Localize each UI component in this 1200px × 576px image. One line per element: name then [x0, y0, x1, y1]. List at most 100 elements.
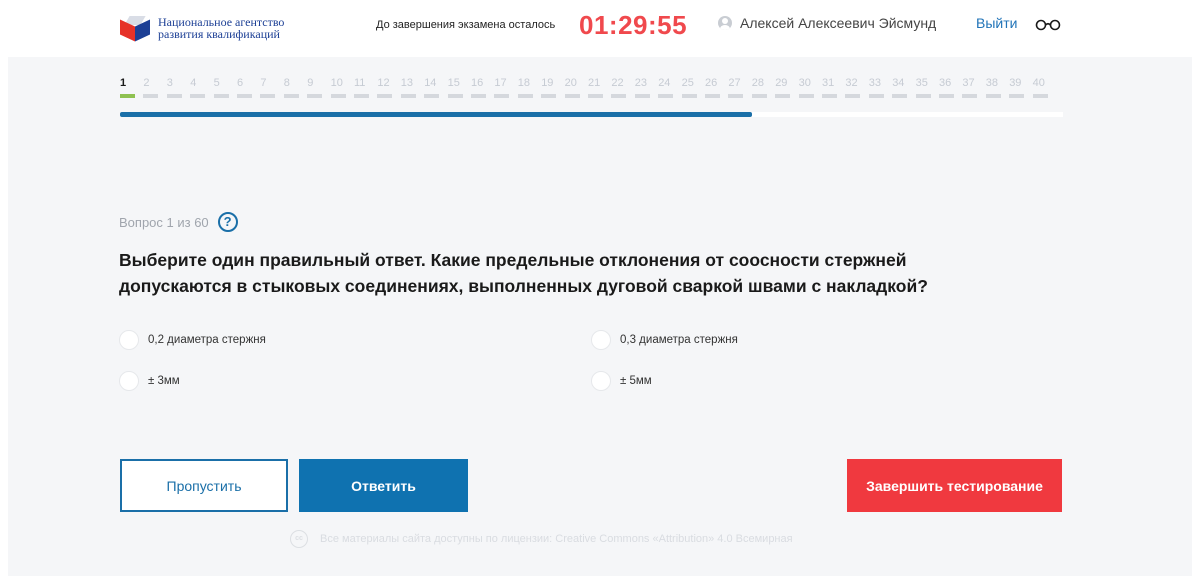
answer-option-label: ± 3мм — [148, 375, 180, 387]
question-number-20[interactable]: 20 — [565, 77, 585, 89]
exam-timer: 01:29:55 — [579, 10, 688, 40]
question-number-6[interactable]: 6 — [237, 77, 257, 89]
question-number-40[interactable]: 40 — [1033, 77, 1053, 89]
question-number-38[interactable]: 38 — [986, 77, 1006, 89]
question-status-indicator — [728, 94, 744, 98]
question-number-1[interactable]: 1 — [120, 77, 140, 89]
question-status-indicator — [822, 94, 837, 98]
question-status-indicator — [377, 94, 393, 98]
question-status-indicator — [213, 94, 229, 98]
question-status-indicator — [471, 94, 486, 98]
question-number-26[interactable]: 26 — [705, 77, 725, 89]
question-number-25[interactable]: 25 — [682, 77, 702, 89]
question-number-11[interactable]: 11 — [354, 77, 374, 89]
question-number-33[interactable]: 33 — [869, 77, 889, 89]
question-number-10[interactable]: 10 — [331, 77, 351, 89]
question-number-8[interactable]: 8 — [284, 77, 304, 89]
question-number-12[interactable]: 12 — [377, 77, 397, 89]
question-status-indicator — [307, 94, 323, 98]
question-status-indicator — [260, 94, 276, 98]
answer-option-3[interactable]: ± 3мм — [119, 371, 180, 391]
question-number-2[interactable]: 2 — [143, 77, 163, 89]
question-mark-icon[interactable]: ? — [217, 212, 238, 232]
question-meta: Вопрос 1 из 60 ? — [119, 212, 238, 232]
radio-button[interactable] — [591, 330, 611, 350]
question-navigator: 1 2 3 4 5 6 7 8 9 10 11 12 13 14 15 16 17 18 19 20 21 22 23 24 2… — [120, 77, 1070, 101]
radio-button[interactable] — [119, 330, 139, 350]
question-status-indicator — [354, 94, 369, 98]
question-status-indicator — [1032, 94, 1048, 98]
logo-text: Национальное агентство развития квалифик… — [158, 16, 284, 40]
question-number-32[interactable]: 32 — [845, 77, 865, 89]
question-number-24[interactable]: 24 — [658, 77, 678, 89]
question-status-indicator — [330, 94, 346, 98]
answer-option-1[interactable]: 0,2 диаметра стержня — [119, 330, 266, 350]
question-number-31[interactable]: 31 — [822, 77, 842, 89]
question-number-16[interactable]: 16 — [471, 77, 491, 89]
question-number-39[interactable]: 39 — [1009, 77, 1029, 89]
question-status-indicator — [892, 94, 908, 98]
question-status-indicator — [517, 94, 533, 98]
question-status-indicator — [939, 94, 954, 98]
logout-link[interactable]: Выйти — [976, 15, 1017, 31]
logo-cube-icon — [118, 13, 152, 43]
question-status-indicator — [143, 94, 159, 98]
question-number-36[interactable]: 36 — [939, 77, 959, 89]
glasses-icon[interactable] — [1035, 17, 1061, 31]
answer-option-label: 0,3 диаметра стержня — [620, 334, 738, 346]
radio-button[interactable] — [591, 371, 611, 391]
question-status-indicator — [634, 94, 650, 98]
question-status-indicator — [1009, 94, 1025, 98]
question-number-27[interactable]: 27 — [728, 77, 748, 89]
question-number-37[interactable]: 37 — [962, 77, 982, 89]
question-number-23[interactable]: 23 — [635, 77, 655, 89]
question-number-18[interactable]: 18 — [518, 77, 538, 89]
question-status-indicator — [237, 94, 252, 98]
question-status-indicator — [494, 94, 510, 98]
timer-label: До завершения экзамена осталось — [376, 19, 556, 31]
question-number-13[interactable]: 13 — [401, 77, 421, 89]
question-number-3[interactable]: 3 — [167, 77, 187, 89]
question-number-14[interactable]: 14 — [424, 77, 444, 89]
answer-option-4[interactable]: ± 5мм — [591, 371, 652, 391]
question-number-17[interactable]: 17 — [494, 77, 514, 89]
question-status-indicator — [985, 94, 1001, 98]
answer-option-label: 0,2 диаметра стержня — [148, 334, 266, 346]
question-number-34[interactable]: 34 — [892, 77, 912, 89]
question-number-7[interactable]: 7 — [260, 77, 280, 89]
question-status-indicator — [120, 94, 135, 98]
answer-option-label: ± 5мм — [620, 375, 652, 387]
question-number-35[interactable]: 35 — [916, 77, 936, 89]
user-avatar-icon — [718, 16, 732, 30]
finish-test-button[interactable]: Завершить тестирование — [847, 459, 1062, 512]
question-text: Выберите один правильный ответ. Какие пр… — [119, 250, 928, 296]
skip-button[interactable]: Пропустить — [120, 459, 288, 512]
question-number-29[interactable]: 29 — [775, 77, 795, 89]
question-number-19[interactable]: 19 — [541, 77, 561, 89]
header: Национальное агентство развития квалифик… — [0, 0, 1200, 57]
question-number-22[interactable]: 22 — [611, 77, 631, 89]
question-status-indicator — [798, 94, 814, 98]
nark-logo[interactable]: Национальное агентство развития квалифик… — [118, 12, 318, 44]
question-status-indicator — [915, 94, 931, 98]
radio-button[interactable] — [119, 371, 139, 391]
question-status-indicator — [962, 94, 978, 98]
question-status-indicator — [564, 94, 580, 98]
answer-button[interactable]: Ответить — [299, 459, 468, 512]
question-number-30[interactable]: 30 — [799, 77, 819, 89]
question-number-5[interactable]: 5 — [214, 77, 234, 89]
question-number-9[interactable]: 9 — [307, 77, 327, 89]
question-number-21[interactable]: 21 — [588, 77, 608, 89]
question-status-indicator — [447, 94, 463, 98]
question-number-4[interactable]: 4 — [190, 77, 210, 89]
question-status-indicator — [845, 94, 861, 98]
question-status-indicator — [611, 94, 627, 98]
question-number-28[interactable]: 28 — [752, 77, 772, 89]
question-status-indicator — [400, 94, 416, 98]
time-progress-bar — [120, 112, 1063, 117]
license-footer: cc Все материалы сайта доступны по лицен… — [290, 530, 793, 548]
logo-line-2: развития квалификаций — [158, 27, 280, 41]
answer-option-2[interactable]: 0,3 диаметра стержня — [591, 330, 738, 350]
question-status-indicator — [705, 94, 720, 98]
question-number-15[interactable]: 15 — [448, 77, 468, 89]
